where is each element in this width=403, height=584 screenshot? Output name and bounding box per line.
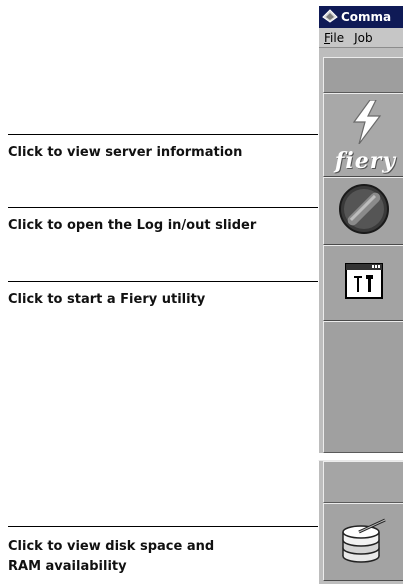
leader-line-login-slider — [8, 207, 324, 208]
empty-tool-panel — [323, 321, 403, 453]
callout-disk-ram-line2: RAM availability — [8, 559, 127, 574]
command-workstation-icon — [322, 8, 338, 26]
toolbar-spacer-panel — [323, 57, 403, 93]
callout-login-slider: Click to open the Log in/out slider — [8, 218, 257, 233]
window-title: Comma — [341, 10, 392, 24]
leader-line-fiery-utility — [8, 281, 342, 282]
fiery-utility-icon — [344, 263, 383, 303]
fiery-logo-text: fiery — [334, 148, 397, 174]
log-in-out-knob-icon — [337, 182, 391, 240]
leader-line-server-info — [8, 134, 336, 135]
fiery-lightning-icon — [346, 99, 386, 148]
fiery-utility-button[interactable] — [323, 245, 403, 321]
window-titlebar[interactable]: Comma — [319, 6, 403, 28]
server-info-button[interactable]: fiery — [323, 93, 403, 177]
leader-line-disk-ram — [8, 526, 338, 527]
lower-spacer-panel — [323, 461, 403, 503]
menu-bar: File Job — [319, 28, 403, 48]
callout-server-info: Click to view server information — [8, 145, 243, 160]
command-workstation-strip-lower — [318, 460, 403, 584]
menu-file[interactable]: File — [324, 31, 344, 45]
callout-disk-ram-line1: Click to view disk space and — [8, 539, 215, 554]
login-slider-button[interactable] — [323, 177, 403, 245]
figure-canvas: Click to view server information Click t… — [0, 0, 403, 584]
disk-ram-button[interactable] — [323, 503, 403, 581]
disk-stack-icon — [339, 516, 389, 568]
callout-fiery-utility: Click to start a Fiery utility — [8, 292, 206, 307]
menu-job[interactable]: Job — [354, 31, 373, 45]
command-workstation-window-strip: Comma File Job fiery — [318, 6, 403, 453]
